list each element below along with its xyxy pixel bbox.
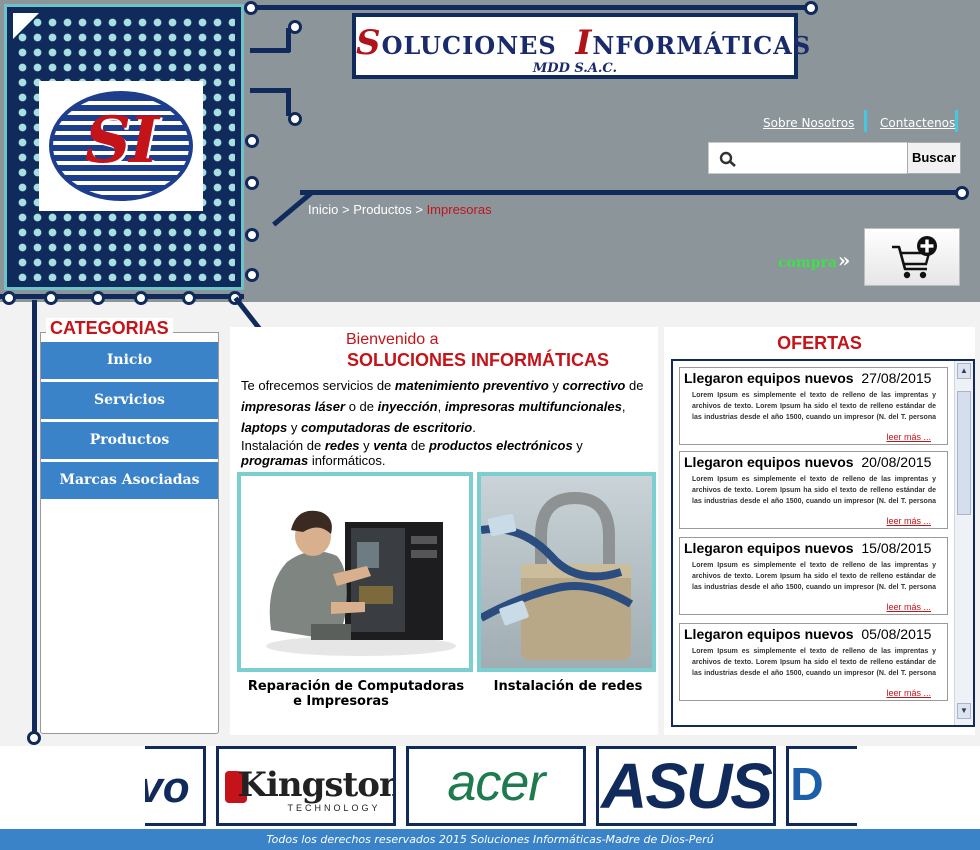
- search-icon: [719, 151, 736, 167]
- offer-date: 27/08/2015: [861, 370, 932, 386]
- cart-add-icon: [892, 236, 937, 279]
- breadcrumb-separator: >: [411, 202, 427, 217]
- breadcrumb: Inicio > Productos > Impresoras: [308, 202, 492, 217]
- network-photo[interactable]: [477, 472, 656, 672]
- breadcrumb-current: Impresoras: [426, 202, 492, 217]
- technician-image: [266, 510, 456, 656]
- offer-title: Llegaron equipos nuevos: [684, 540, 854, 556]
- offer-text: Lorem Ipsum es simplemente el texto de r…: [692, 562, 936, 591]
- read-more-link[interactable]: leer más ...: [886, 688, 931, 698]
- brand-kingston-text: Kingston: [237, 765, 396, 805]
- brand-acer-text: acer: [447, 754, 545, 812]
- brand-asus[interactable]: ASUS: [596, 746, 776, 826]
- welcome-line2: SOLUCIONES INFORMÁTICAS: [347, 350, 610, 370]
- read-more-link[interactable]: leer más ...: [886, 432, 931, 442]
- read-more-link[interactable]: leer más ...: [886, 602, 931, 612]
- offer-item: Llegaron equipos nuevos 27/08/2015 Lorem…: [679, 367, 948, 445]
- offer-date: 15/08/2015: [861, 540, 932, 556]
- site-title: SOLUCIONES INFORMÁTICAS MDD S.A.C.: [352, 13, 810, 79]
- brand-kingston-sub: TECHNOLOGY: [287, 803, 381, 813]
- categories-panel: Inicio Servicios Productos Marcas Asocia…: [40, 332, 219, 734]
- brand-lenovo-text: vo: [145, 763, 190, 812]
- link-separator: [864, 110, 867, 132]
- cart-button[interactable]: [864, 228, 960, 286]
- ofertas-list[interactable]: Llegaron equipos nuevos 27/08/2015 Lorem…: [671, 359, 975, 727]
- offer-title: Llegaron equipos nuevos: [684, 626, 854, 642]
- offer-title: Llegaron equipos nuevos: [684, 370, 854, 386]
- footer: Todos los derechos reservados 2015 Soluc…: [0, 829, 980, 850]
- logo: SI: [39, 81, 203, 211]
- brand-dell[interactable]: D: [786, 746, 857, 826]
- offer-item: Llegaron equipos nuevos 15/08/2015 Lorem…: [679, 537, 948, 615]
- search-input[interactable]: [708, 142, 908, 174]
- site-name-word: OLUCIONES: [381, 31, 557, 60]
- offer-item: Llegaron equipos nuevos 05/08/2015 Lorem…: [679, 623, 948, 701]
- brand-kingston[interactable]: Kingston TECHNOLOGY: [216, 746, 396, 826]
- link-separator: [955, 110, 958, 132]
- site-name-word: NFORMÁTICAS: [592, 31, 812, 60]
- compra-text: compra: [778, 255, 837, 271]
- categories-title: CATEGORIAS: [46, 318, 173, 339]
- brand-asus-text: ASUS: [601, 750, 773, 822]
- breadcrumb-separator: >: [338, 202, 354, 217]
- search-button[interactable]: Buscar: [907, 142, 961, 174]
- repair-caption-line2: e Impresoras: [293, 694, 389, 709]
- ofertas-title: OFERTAS: [777, 333, 862, 353]
- offer-text: Lorem Ipsum es simplemente el texto de r…: [692, 648, 936, 677]
- repair-photo[interactable]: [237, 472, 473, 672]
- offer-item: Llegaron equipos nuevos 20/08/2015 Lorem…: [679, 451, 948, 529]
- network-caption-line1: Instalación de redes: [493, 679, 643, 694]
- scroll-down-arrow-icon[interactable]: ▼: [957, 703, 971, 719]
- sales-paragraph: Instalación de redes y venta de producto…: [241, 438, 583, 468]
- category-servicios[interactable]: Servicios: [41, 382, 218, 419]
- compra-label[interactable]: compra»: [778, 248, 850, 272]
- link-contactenos[interactable]: Contactenos: [880, 116, 955, 130]
- scroll-up-arrow-icon[interactable]: ▲: [957, 363, 971, 379]
- read-more-link[interactable]: leer más ...: [886, 516, 931, 526]
- offer-text: Lorem Ipsum es simplemente el texto de r…: [692, 392, 936, 421]
- offer-heading: Llegaron equipos nuevos 15/08/2015: [684, 540, 931, 556]
- breadcrumb-home[interactable]: Inicio: [308, 202, 338, 217]
- brand-dell-text: D: [790, 758, 824, 810]
- offer-heading: Llegaron equipos nuevos 05/08/2015: [684, 626, 931, 642]
- site-name-initial: I: [575, 23, 593, 63]
- brand-lenovo[interactable]: vo: [145, 746, 206, 826]
- offer-text: Lorem Ipsum es simplemente el texto de r…: [692, 476, 936, 505]
- category-productos[interactable]: Productos: [41, 422, 218, 459]
- site-name-initial: S: [356, 23, 382, 63]
- scrollbar-thumb[interactable]: [957, 391, 971, 515]
- services-paragraph: Te ofrecemos servicios de matenimiento p…: [241, 378, 644, 435]
- network-caption: Instalación de redes: [478, 679, 658, 694]
- logo-chip[interactable]: SI: [4, 4, 244, 290]
- site-subtitle: MDD S.A.C.: [532, 61, 618, 76]
- chip-corner: [13, 13, 39, 39]
- site-name: SOLUCIONES INFORMÁTICAS: [356, 23, 810, 63]
- offer-title: Llegaron equipos nuevos: [684, 454, 854, 470]
- offer-date: 05/08/2015: [861, 626, 932, 642]
- repair-caption: Reparación de Computadoras e Impresoras: [238, 679, 474, 709]
- padlock-cable-image: [479, 476, 652, 668]
- repair-caption-line1: Reparación de Computadoras: [247, 679, 465, 694]
- brand-acer[interactable]: acer: [406, 746, 586, 826]
- breadcrumb-section[interactable]: Productos: [353, 202, 412, 217]
- offer-heading: Llegaron equipos nuevos 20/08/2015: [684, 454, 931, 470]
- category-inicio[interactable]: Inicio: [41, 342, 218, 379]
- ofertas-scrollbar[interactable]: ▲ ▼: [954, 361, 973, 725]
- offer-heading: Llegaron equipos nuevos 27/08/2015: [684, 370, 931, 386]
- welcome-line1: Bienvenido a: [346, 331, 439, 348]
- logo-letters: SI: [84, 103, 159, 178]
- offer-date: 20/08/2015: [861, 454, 932, 470]
- link-sobre-nosotros[interactable]: Sobre Nosotros: [763, 116, 854, 130]
- double-arrow-icon: »: [837, 248, 851, 272]
- category-marcas-asociadas[interactable]: Marcas Asociadas: [41, 462, 218, 499]
